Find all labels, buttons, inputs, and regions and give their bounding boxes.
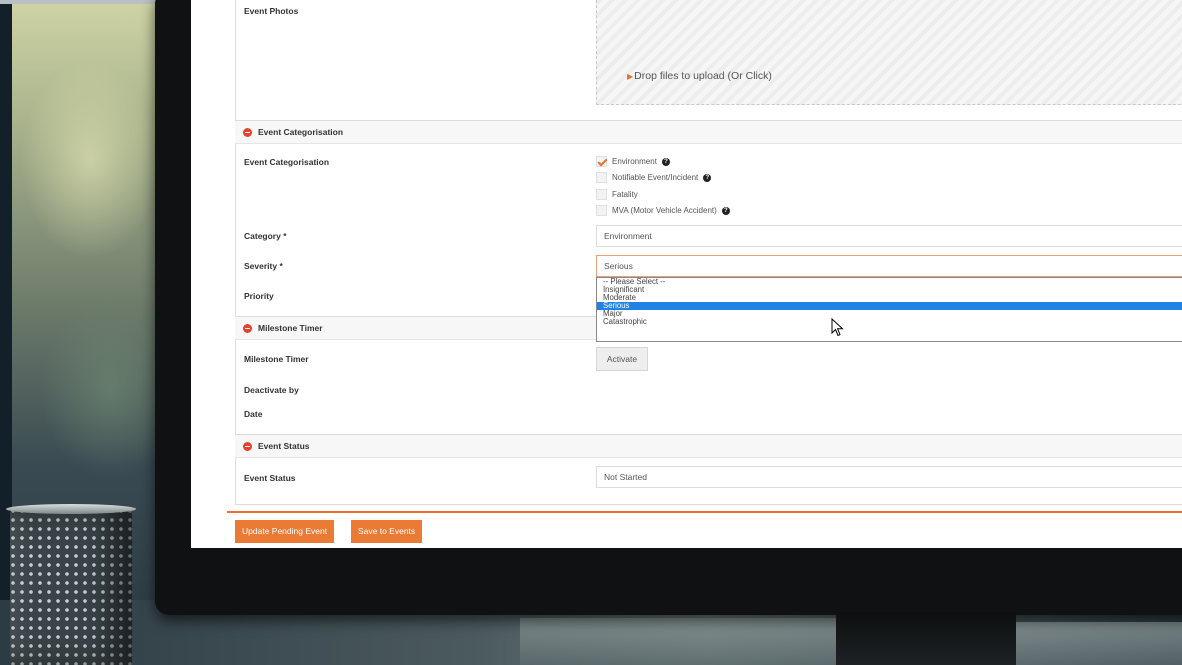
severity-option[interactable]: -- Please Select -- [597,278,1182,286]
desk-reflection [520,618,840,665]
checkbox-label: Notifiable Event/Incident [612,173,699,182]
mouse-pointer-icon [831,318,844,337]
footer-divider [227,511,1182,513]
checkbox-label: MVA (Motor Vehicle Accident) [612,206,717,215]
event-status-field[interactable]: Not Started [596,466,1182,488]
priority-label: Priority [244,291,274,301]
event-categorisation-label: Event Categorisation [244,157,330,167]
event-status-label: Event Status [244,473,296,483]
checkbox-unchecked[interactable] [596,172,607,183]
section-title: Event Categorisation [258,127,344,137]
monitor-stand [836,612,1016,665]
checkbox-unchecked[interactable] [596,189,607,200]
date-label: Date [244,409,263,419]
background-light [20,60,160,260]
deactivate-by-label: Deactivate by [244,385,299,395]
checkbox-label: Environment [612,157,657,166]
severity-select[interactable]: Serious [596,255,1182,277]
event-form-screen: Event Photos ▶Drop files to upload (Or C… [191,0,1182,548]
milestone-timer-label: Milestone Timer [244,354,309,364]
severity-option-selected[interactable]: Serious [597,302,1182,310]
save-to-events-button[interactable]: Save to Events [351,520,423,543]
categorisation-section-header[interactable]: Event Categorisation [235,120,1182,144]
severity-dropdown-list[interactable]: -- Please Select -- Insignificant Modera… [596,277,1182,342]
photo-dropzone[interactable] [596,0,1182,105]
checkbox-notifiable-event[interactable]: Notifiable Event/Incident ? [596,172,712,183]
checkbox-environment[interactable]: Environment ? [596,156,670,167]
category-label: Category * [244,231,287,241]
severity-option[interactable]: Insignificant [597,286,1182,294]
pencil-cup-rim [6,504,136,514]
checkbox-label: Fatality [612,190,638,199]
severity-option[interactable]: Catastrophic [597,318,1182,326]
collapse-minus-icon[interactable] [243,323,252,333]
checkbox-checked[interactable] [596,156,607,167]
severity-option[interactable]: Major [597,310,1182,318]
caret-right-icon: ▶ [627,72,634,81]
dropzone-text: Drop files to upload (Or Click) [634,70,772,82]
severity-option[interactable]: Moderate [597,294,1182,302]
help-icon[interactable]: ? [703,173,712,182]
severity-label: Severity * [244,261,283,271]
status-section-header[interactable]: Event Status [235,434,1182,458]
checkbox-mva[interactable]: MVA (Motor Vehicle Accident) ? [596,205,730,216]
collapse-minus-icon[interactable] [243,441,252,451]
help-icon[interactable]: ? [721,206,730,215]
checkbox-fatality[interactable]: Fatality [596,189,638,200]
mesh-pencil-cup [10,508,132,665]
collapse-minus-icon[interactable] [243,127,252,137]
event-photos-label: Event Photos [244,6,299,16]
dropzone-prompt[interactable]: ▶Drop files to upload (Or Click) [627,70,772,82]
section-title: Milestone Timer [258,323,323,333]
activate-button[interactable]: Activate [596,347,648,371]
update-pending-event-button[interactable]: Update Pending Event [235,520,335,543]
checkbox-unchecked[interactable] [596,205,607,216]
section-title: Event Status [258,441,310,451]
desk-reflection-right [1010,622,1182,665]
help-icon[interactable]: ? [661,157,670,166]
category-field[interactable]: Environment [596,225,1182,247]
